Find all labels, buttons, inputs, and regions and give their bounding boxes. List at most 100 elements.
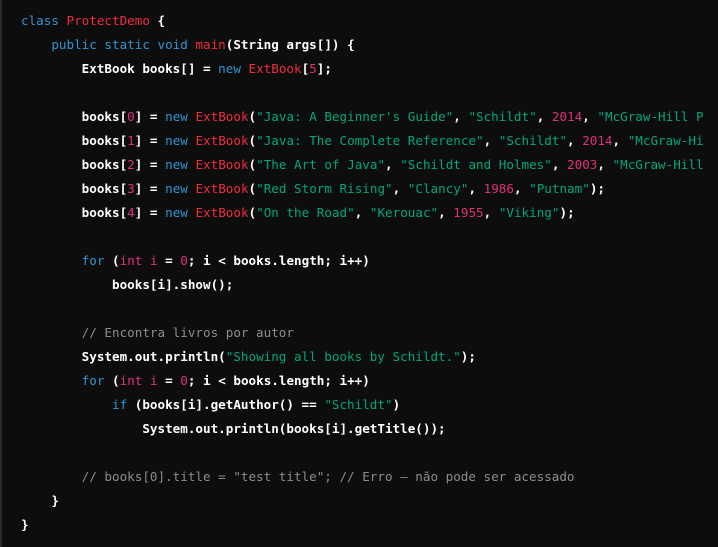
code-text: System.out.println(books[i].getTitle()); <box>142 421 446 436</box>
class-name: ExtBook <box>195 157 249 172</box>
keyword: for <box>81 373 113 388</box>
class-name: ExtBook <box>195 109 249 124</box>
keyword: new <box>165 109 196 124</box>
code-text: ); <box>589 181 605 196</box>
code-text: books[i].show(); <box>112 277 234 292</box>
code-line: books[1] = new ExtBook("Java: The Comple… <box>2 129 716 153</box>
code-text: ( <box>112 373 120 388</box>
keyword: public static void <box>51 37 196 52</box>
keyword: for <box>81 253 113 268</box>
code-text: , <box>567 133 583 148</box>
string-literal: "McGraw-Hill P <box>597 109 704 124</box>
code-line: System.out.println(books[i].getTitle()); <box>2 417 716 441</box>
string-literal: "Schildt" <box>498 133 568 148</box>
code-line: } <box>2 489 716 513</box>
string-literal: "Schildt" <box>468 109 537 124</box>
string-literal: "Viking" <box>498 205 560 220</box>
code-text: ); <box>559 205 575 220</box>
string-literal: "Java: A Beginner's Guide" <box>256 109 454 124</box>
keyword: new <box>165 133 196 148</box>
code-text: ( <box>248 133 257 148</box>
number-literal: 1955 <box>453 205 484 220</box>
number-literal: 2014 <box>551 109 583 124</box>
code-text: ) <box>392 397 401 412</box>
code-line: books[3] = new ExtBook("Red Storm Rising… <box>2 177 716 201</box>
keyword: if <box>112 397 135 412</box>
code-text: , <box>513 181 530 196</box>
number-literal: 2 <box>127 157 135 172</box>
code-text: ExtBook books[] = <box>81 61 219 76</box>
code-text: books[ <box>81 109 128 124</box>
code-text: System.out.println( <box>81 349 226 364</box>
code-text: } <box>51 493 59 508</box>
code-text: , <box>438 205 454 220</box>
code-text: , <box>468 181 484 196</box>
code-line: ExtBook books[] = new ExtBook[5]; <box>2 57 716 81</box>
code-line: books[2] = new ExtBook("The Art of Java"… <box>2 153 716 177</box>
number-literal: 0 <box>180 253 188 268</box>
string-literal: "Clancy" <box>407 181 469 196</box>
class-name: ExtBook <box>195 181 249 196</box>
code-text: ] = <box>134 109 166 124</box>
number-literal: int i <box>119 253 158 268</box>
keyword: class <box>21 13 67 28</box>
class-name: ExtBook <box>195 205 249 220</box>
string-literal: "Schildt and Holmes" <box>400 157 552 172</box>
number-literal: 1 <box>127 133 135 148</box>
code-text: , <box>551 157 568 172</box>
code-line: } <box>2 513 716 537</box>
number-literal: int i <box>119 373 158 388</box>
code-text: , <box>392 181 408 196</box>
code-text: ( <box>248 109 257 124</box>
code-text: ; i < books.length; i++) <box>187 373 370 388</box>
code-text: books[ <box>81 181 128 196</box>
code-text: ]; <box>316 61 332 76</box>
number-literal: 4 <box>127 205 135 220</box>
number-literal: 5 <box>309 61 317 76</box>
class-name: main <box>195 37 226 52</box>
code-text: books[ <box>81 205 128 220</box>
number-literal: 3 <box>127 181 135 196</box>
code-text: (books[i].getAuthor() == <box>134 397 325 412</box>
code-text: , <box>483 205 499 220</box>
comment: // Encontra livros por autor <box>81 325 294 340</box>
string-literal: "Kerouac" <box>369 205 439 220</box>
string-literal: "Showing all books by Schildt." <box>225 349 461 364</box>
keyword: new <box>218 61 249 76</box>
code-text: ; i < books.length; i++) <box>187 253 370 268</box>
code-line: books[4] = new ExtBook("On the Road", "K… <box>2 201 716 225</box>
code-text: ] = <box>134 157 166 172</box>
code-text: , <box>612 133 628 148</box>
code-line: public static void main(String args[]) { <box>2 33 716 57</box>
string-literal: "On the Road" <box>256 205 355 220</box>
code-text: { <box>149 13 166 28</box>
class-name: ExtBook <box>195 133 249 148</box>
code-line: // books[0].title = "test title"; // Err… <box>2 465 716 489</box>
code-text: , <box>354 205 370 220</box>
code-text: books[ <box>81 133 128 148</box>
code-line: System.out.println("Showing all books by… <box>2 345 716 369</box>
code-line: books[i].show(); <box>2 273 716 297</box>
code-text: ( <box>248 181 257 196</box>
code-text: } <box>21 517 29 532</box>
string-literal: "McGraw-Hi <box>627 133 704 148</box>
code-text: ( <box>248 157 257 172</box>
string-literal: "Java: The Complete Reference" <box>256 133 484 148</box>
code-text: , <box>536 109 552 124</box>
code-text: = <box>157 253 181 268</box>
code-text: ] = <box>134 181 166 196</box>
string-literal: "Red Storm Rising" <box>256 181 393 196</box>
comment: // books[0].title = "test title"; // Err… <box>81 469 575 484</box>
number-literal: 0 <box>180 373 188 388</box>
code-text: ( <box>248 205 257 220</box>
string-literal: "McGraw-Hill <box>612 157 704 172</box>
keyword: new <box>165 157 196 172</box>
code-line: for (int i = 0; i < books.length; i++) <box>2 249 716 273</box>
number-literal: 2003 <box>567 157 598 172</box>
keyword: new <box>165 205 196 220</box>
code-line: class ProtectDemo { <box>2 9 716 33</box>
string-literal: "Schildt" <box>324 397 393 412</box>
